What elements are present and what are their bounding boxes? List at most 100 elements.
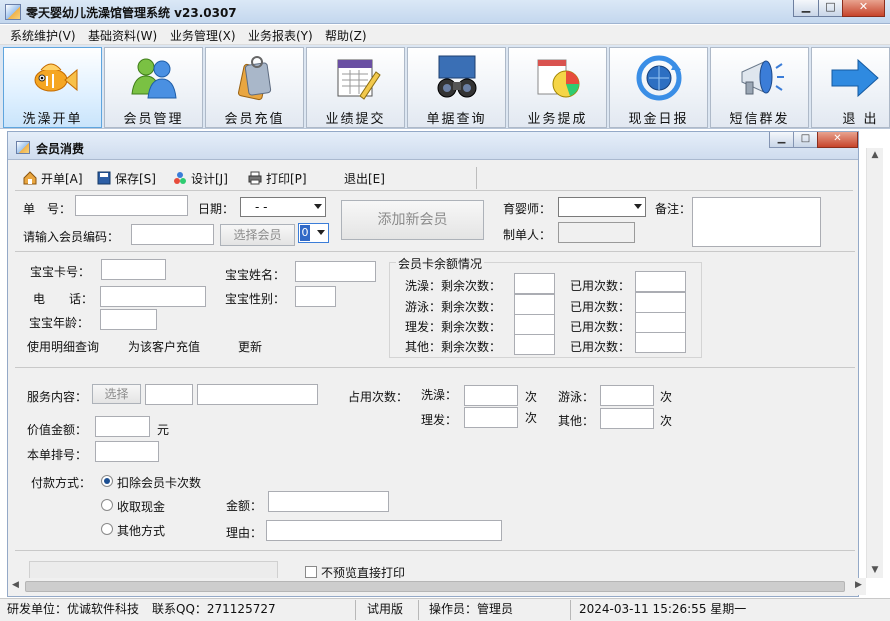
- chevron-down-icon: [317, 230, 325, 235]
- other-times-input[interactable]: [600, 408, 654, 429]
- nurse-select[interactable]: [558, 197, 646, 217]
- bottom-panel: [29, 561, 278, 578]
- new-order-button[interactable]: 开单[A]: [23, 170, 83, 187]
- used-label: 已用次数：: [570, 340, 631, 354]
- baby-gender-label: 宝宝性别：: [225, 292, 286, 306]
- toolbar-cash-daily-button[interactable]: 现金日报: [609, 47, 708, 128]
- baby-gender-input[interactable]: [295, 286, 336, 307]
- sort-no-input[interactable]: [95, 441, 159, 462]
- order-no-input[interactable]: [75, 195, 188, 216]
- toolbar-performance-submit-button[interactable]: 业绩提交: [306, 47, 405, 128]
- close-button[interactable]: ✕: [842, 0, 885, 17]
- phone-input[interactable]: [100, 286, 206, 307]
- calendar-edit-icon: [337, 59, 381, 100]
- toolbar-label: 会员充值: [224, 112, 285, 127]
- recharge-customer-link[interactable]: 为该客户充值: [128, 338, 200, 355]
- menu-system[interactable]: 系统维护(V): [10, 27, 76, 44]
- service-name-input[interactable]: [197, 384, 318, 405]
- exit-form-button[interactable]: 退出[E]: [344, 170, 385, 187]
- baby-name-label: 宝宝姓名：: [225, 268, 286, 282]
- reason-input[interactable]: [266, 520, 502, 541]
- baby-age-input[interactable]: [100, 309, 157, 330]
- used-label: 已用次数：: [570, 300, 631, 314]
- add-member-button[interactable]: 添加新会员: [341, 200, 484, 240]
- service-code-input[interactable]: [145, 384, 193, 405]
- horizontal-scrollbar[interactable]: ◀ ▶: [8, 578, 866, 595]
- print-button[interactable]: 打印[P]: [248, 170, 307, 187]
- menu-help[interactable]: 帮助(Z): [325, 27, 367, 44]
- vertical-scrollbar[interactable]: ▲ ▼: [866, 148, 883, 578]
- haircut-used-input[interactable]: [635, 312, 686, 333]
- design-icon: [174, 172, 186, 184]
- other-remaining-input[interactable]: [514, 334, 555, 355]
- baby-card-input[interactable]: [101, 259, 166, 280]
- member-combo[interactable]: 0: [298, 223, 329, 243]
- payment-deduct-radio[interactable]: [101, 475, 113, 487]
- scroll-track[interactable]: [869, 148, 881, 578]
- save-label: 保存[S]: [115, 172, 156, 186]
- payment-other-radio[interactable]: [101, 523, 113, 535]
- toolbar-bath-order-button[interactable]: 洗澡开单: [3, 47, 102, 128]
- remark-input[interactable]: [692, 197, 821, 247]
- other-used-input[interactable]: [635, 332, 686, 353]
- value-amount-label: 价值金额：: [27, 423, 88, 437]
- minimize-button[interactable]: ▁: [793, 0, 819, 17]
- menu-reports[interactable]: 业务报表(Y): [248, 27, 313, 44]
- scroll-down-icon[interactable]: ▼: [867, 563, 883, 578]
- toolbar-label: 现金日报: [628, 112, 689, 127]
- swim-used-input[interactable]: [635, 292, 686, 313]
- swim-times-input[interactable]: [600, 385, 654, 406]
- swim-remaining-input[interactable]: [514, 294, 555, 315]
- status-separator: [418, 600, 419, 620]
- chevron-down-icon: [314, 204, 322, 209]
- child-maximize-button[interactable]: □: [793, 132, 818, 148]
- payment-cash-radio[interactable]: [101, 499, 113, 511]
- times-unit: 次: [660, 390, 673, 404]
- select-member-button[interactable]: 选择会员: [220, 224, 295, 246]
- toolbar-member-manage-button[interactable]: 会员管理: [104, 47, 203, 128]
- toolbar-exit-button[interactable]: 退 出: [811, 47, 890, 128]
- value-amount-input[interactable]: [95, 416, 150, 437]
- menu-base-data[interactable]: 基础资料(W): [88, 27, 157, 44]
- child-close-button[interactable]: ✕: [817, 132, 858, 148]
- toolbar-sms-button[interactable]: 短信群发: [710, 47, 809, 128]
- toolbar-label: 洗澡开单: [22, 112, 83, 127]
- section-divider: [15, 367, 855, 368]
- used-label: 已用次数：: [570, 279, 631, 293]
- times-unit: 次: [660, 414, 673, 428]
- baby-name-input[interactable]: [295, 261, 376, 282]
- tag-icon: [237, 56, 271, 101]
- save-button[interactable]: 保存[S]: [97, 170, 156, 187]
- design-button[interactable]: 设计[J]: [173, 170, 228, 187]
- child-minimize-button[interactable]: ▁: [769, 132, 794, 148]
- menu-business[interactable]: 业务管理(X): [170, 27, 236, 44]
- date-picker[interactable]: - -: [240, 197, 326, 217]
- maker-label: 制单人：: [503, 228, 552, 242]
- bath-remaining-input[interactable]: [514, 273, 555, 294]
- bath-times-input[interactable]: [464, 385, 518, 406]
- nurse-label: 育婴师：: [503, 202, 552, 216]
- maximize-button[interactable]: □: [818, 0, 843, 17]
- refresh-link[interactable]: 更新: [238, 338, 262, 355]
- toolbar-member-recharge-button[interactable]: 会员充值: [205, 47, 304, 128]
- no-preview-print-checkbox[interactable]: [305, 566, 317, 578]
- usage-detail-link[interactable]: 使用明细查询: [27, 338, 99, 355]
- date-label: 日期：: [198, 202, 235, 216]
- scroll-right-icon[interactable]: ▶: [851, 578, 866, 593]
- printer-icon: [248, 171, 262, 185]
- select-service-button[interactable]: 选择: [92, 384, 141, 404]
- payment-label: 付款方式：: [31, 476, 92, 490]
- member-code-input[interactable]: [131, 224, 214, 245]
- design-label: 设计[J]: [191, 172, 228, 186]
- toolbar-document-query-button[interactable]: 单据查询: [407, 47, 506, 128]
- amount-input[interactable]: [268, 491, 389, 512]
- scroll-left-icon[interactable]: ◀: [8, 578, 23, 593]
- bath-used-input[interactable]: [635, 271, 686, 292]
- reason-label: 理由：: [226, 526, 263, 540]
- scroll-thumb[interactable]: [25, 581, 845, 592]
- haircut-remaining-input[interactable]: [514, 314, 555, 335]
- haircut-times-input[interactable]: [464, 407, 518, 428]
- service-content-label: 服务内容：: [27, 390, 88, 404]
- times-unit: 次: [525, 390, 538, 404]
- toolbar-commission-button[interactable]: 业务提成: [508, 47, 607, 128]
